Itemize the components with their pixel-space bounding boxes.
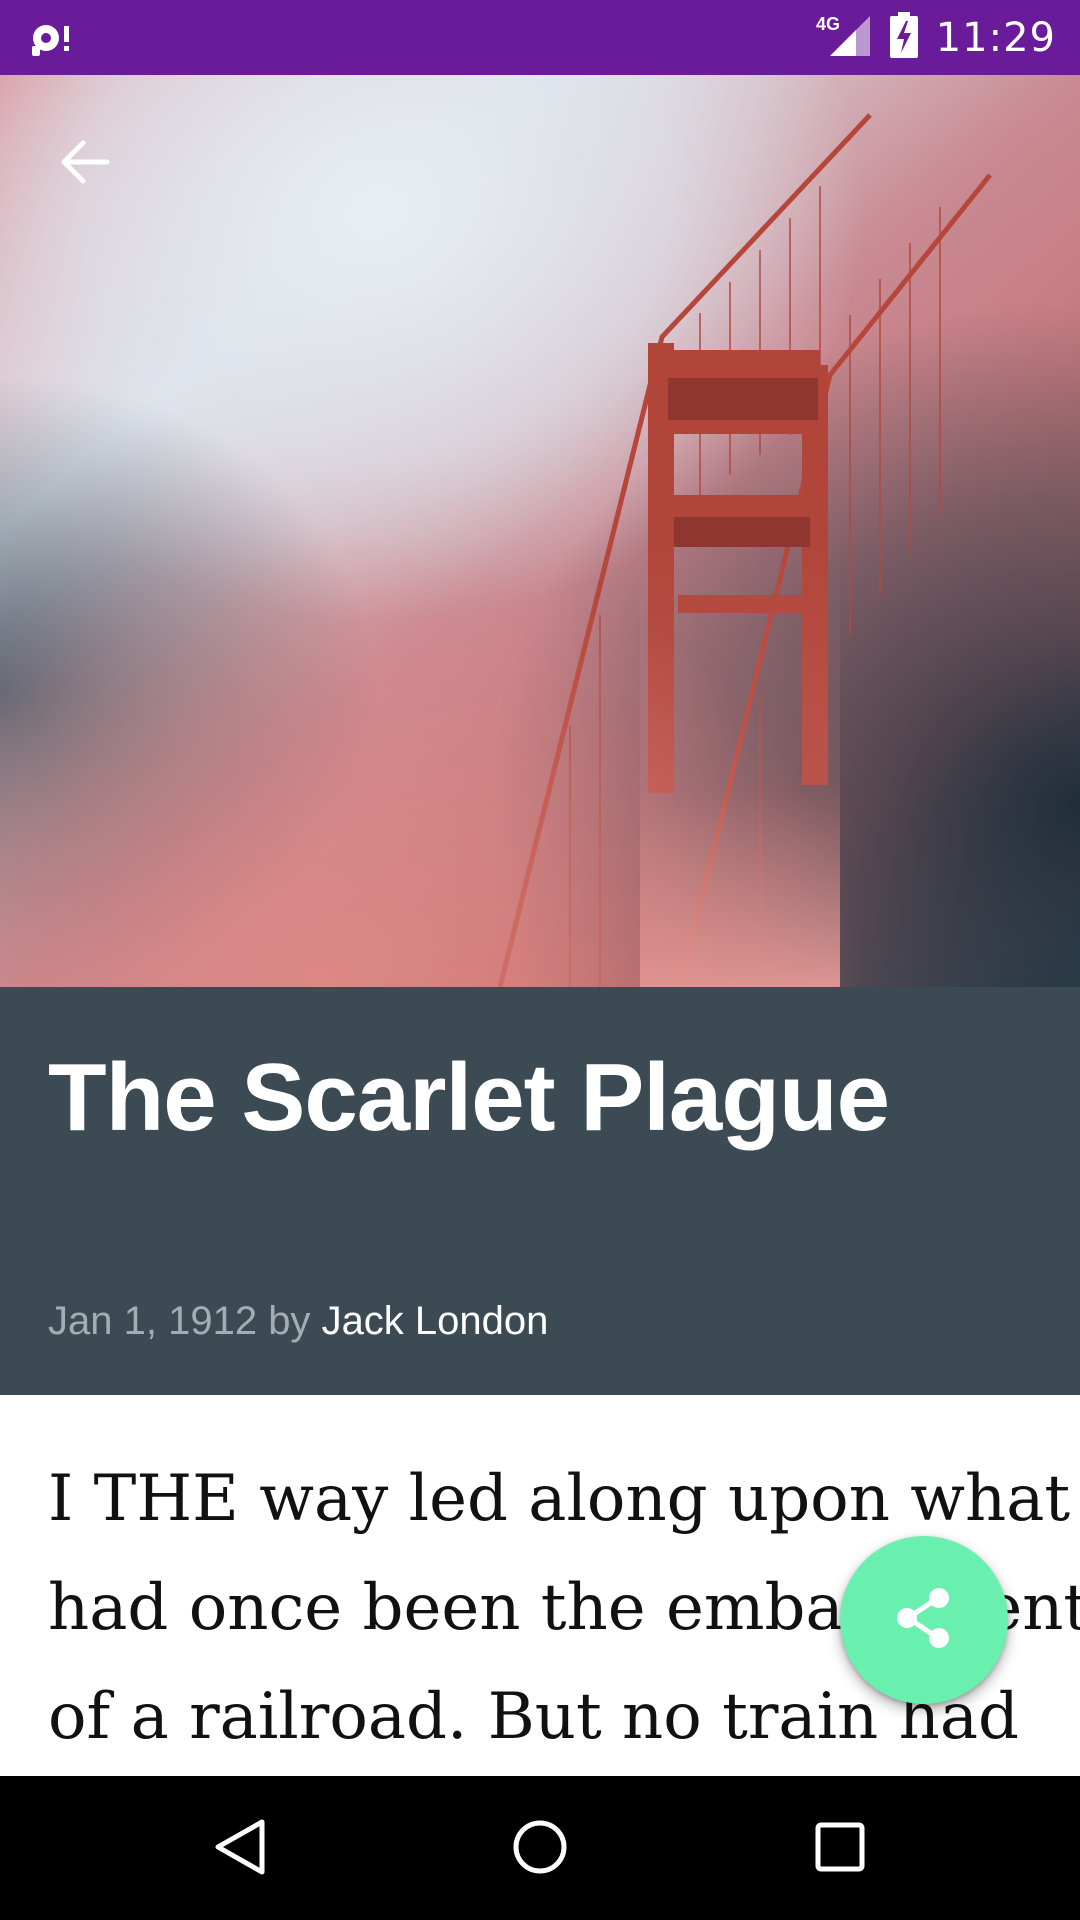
nav-home-button[interactable]: [480, 1804, 600, 1894]
network-type-label: 4G: [816, 14, 840, 34]
arrow-back-icon: [57, 138, 111, 191]
status-bar: 4G 11:29: [0, 0, 1080, 75]
share-button[interactable]: [840, 1536, 1008, 1704]
body-line: I THE way led along upon what: [48, 1462, 1071, 1536]
bridge-in-fog-image: [0, 75, 1080, 987]
status-icons: 4G 11:29: [816, 0, 1056, 75]
notification-icon: [28, 16, 76, 60]
nav-recents-button[interactable]: [780, 1804, 900, 1894]
navigation-bar: [0, 1776, 1080, 1920]
publish-date: Jan 1, 1912: [48, 1299, 258, 1343]
hero-image: [0, 75, 1080, 987]
back-button[interactable]: [48, 128, 120, 200]
battery-charging-icon: [889, 12, 918, 63]
nav-back-icon: [212, 1817, 268, 1882]
nav-home-icon: [510, 1817, 570, 1882]
nav-recents-icon: [812, 1819, 868, 1880]
screen: 4G 11:29 The Scarlet Plague Jan 1, 1912 …: [0, 0, 1080, 1920]
byline-by: by: [268, 1299, 311, 1343]
article-header: The Scarlet Plague Jan 1, 1912 by Jack L…: [0, 987, 1080, 1395]
signal-icon: 4G: [816, 12, 872, 63]
author-link[interactable]: Jack London: [322, 1299, 549, 1343]
byline: Jan 1, 1912 by Jack London: [48, 1297, 548, 1345]
nav-back-button[interactable]: [180, 1804, 300, 1894]
article-title: The Scarlet Plague: [48, 1044, 890, 1151]
status-time: 11:29: [935, 14, 1056, 61]
share-icon: [894, 1586, 954, 1655]
